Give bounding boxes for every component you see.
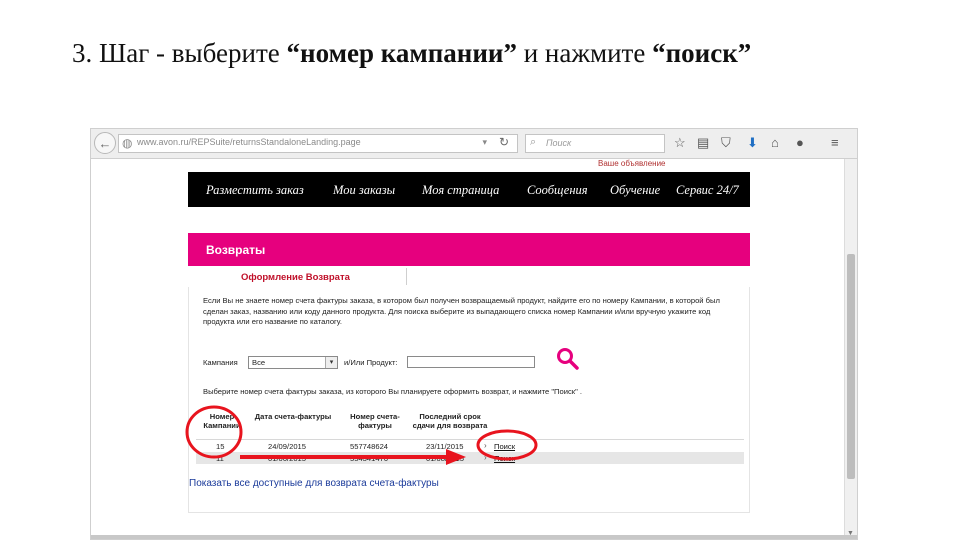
browser-window: ← ◍ www.avon.ru/REPSuite/returnsStandalo…	[90, 128, 858, 540]
cell-campaign: 15	[216, 442, 225, 451]
chat-icon[interactable]: ●	[796, 135, 804, 151]
col-campaign: Номер Кампании	[203, 412, 241, 430]
link-arrow-icon: ›	[484, 453, 487, 462]
back-button[interactable]: ←	[94, 132, 116, 154]
col-date: Дата счета-фактуры	[254, 412, 332, 421]
campaign-label: Кампания	[203, 358, 238, 367]
scroll-thumb[interactable]	[847, 254, 855, 479]
menu-icon[interactable]: ≡	[831, 135, 839, 151]
slide-title: 3. Шаг - выберите “номер кампании” и наж…	[72, 38, 751, 69]
cell-date: 01/06/2015	[268, 454, 307, 463]
col-invoice: Номер счета-фактуры	[350, 412, 400, 430]
cell-campaign: 11	[216, 454, 224, 463]
title-prefix: 3. Шаг - выберите	[72, 38, 287, 68]
page-fragment: Ваше объявление	[598, 159, 666, 168]
browser-search-input[interactable]: ⌕ Поиск	[525, 134, 665, 153]
url-bar[interactable]: ◍ www.avon.ru/REPSuite/returnsStandalone…	[118, 134, 518, 153]
section-header: Возвраты	[188, 233, 750, 266]
search-placeholder: Поиск	[546, 138, 572, 148]
instruction-text: Если Вы не знаете номер счета фактуры за…	[203, 296, 720, 326]
nav-messages[interactable]: Сообщения	[527, 183, 588, 198]
cell-deadline: 23/11/2015	[426, 442, 464, 451]
select-hint: Выберите номер счета фактуры заказа, из …	[203, 387, 582, 396]
show-all-invoices-link[interactable]: Показать все доступные для возврата счет…	[189, 478, 489, 490]
title-bold-search: “поиск”	[652, 38, 752, 68]
url-text: www.avon.ru/REPSuite/returnsStandaloneLa…	[137, 137, 361, 147]
reload-icon[interactable]: ↻	[499, 135, 509, 149]
cell-invoice: 557748624	[350, 442, 389, 451]
table-row: 11 01/06/2015 554341476 01/08/2015 › Пои…	[196, 452, 744, 464]
title-middle: и нажмите	[516, 38, 653, 68]
nav-training[interactable]: Обучение	[610, 183, 660, 198]
campaign-select[interactable]: Все ▾	[248, 356, 338, 369]
search-link[interactable]: Поиск	[494, 442, 515, 451]
globe-icon: ◍	[122, 136, 133, 150]
reading-list-icon[interactable]: ▤	[697, 135, 709, 151]
search-icon: ⌕	[530, 136, 537, 148]
product-label: и/Или Продукт:	[344, 358, 398, 367]
product-input[interactable]	[407, 356, 535, 368]
col-deadline: Последний срок сдачи для возврата	[412, 412, 488, 430]
bookmark-star-icon[interactable]: ☆	[674, 135, 686, 151]
returns-content: Если Вы не знаете номер счета фактуры за…	[188, 287, 750, 513]
cell-invoice: 554341476	[350, 454, 389, 463]
download-icon[interactable]: ⬇	[747, 135, 758, 151]
tab-returns-label: Оформление Возврата	[241, 272, 350, 283]
search-link[interactable]: Поиск	[494, 454, 515, 463]
home-icon[interactable]: ⌂	[771, 135, 779, 151]
pocket-icon[interactable]: ⛉	[721, 135, 731, 151]
tab-returns[interactable]: Оформление Возврата	[206, 268, 407, 285]
nav-my-orders[interactable]: Мои заказы	[333, 183, 395, 198]
section-title: Возвраты	[206, 243, 266, 257]
chevron-down-icon[interactable]: ▾	[325, 357, 337, 368]
title-bold-campaign: “номер кампании”	[286, 38, 517, 68]
table-row: 15 24/09/2015 557748624 23/11/2015 › Пои…	[196, 439, 744, 452]
tab-row: Оформление Возврата	[188, 266, 750, 288]
link-arrow-icon: ›	[484, 441, 487, 450]
nav-place-order[interactable]: Разместить заказ	[206, 183, 304, 198]
dropmarker-icon[interactable]: ▾	[482, 137, 487, 148]
cell-deadline: 01/08/2015	[426, 454, 465, 463]
nav-my-page[interactable]: Моя страница	[422, 183, 499, 198]
main-navbar: Разместить заказ Мои заказы Моя страница…	[188, 172, 750, 207]
campaign-select-value: Все	[252, 358, 266, 367]
magnifier-search-icon[interactable]	[555, 346, 581, 372]
taskbar-strip	[91, 535, 857, 539]
vertical-scrollbar[interactable]: ▼	[844, 159, 857, 539]
cell-date: 24/09/2015	[268, 442, 307, 451]
nav-service[interactable]: Сервис 24/7	[676, 183, 739, 198]
browser-toolbar: ← ◍ www.avon.ru/REPSuite/returnsStandalo…	[91, 129, 857, 159]
back-arrow-icon: ←	[98, 135, 112, 151]
